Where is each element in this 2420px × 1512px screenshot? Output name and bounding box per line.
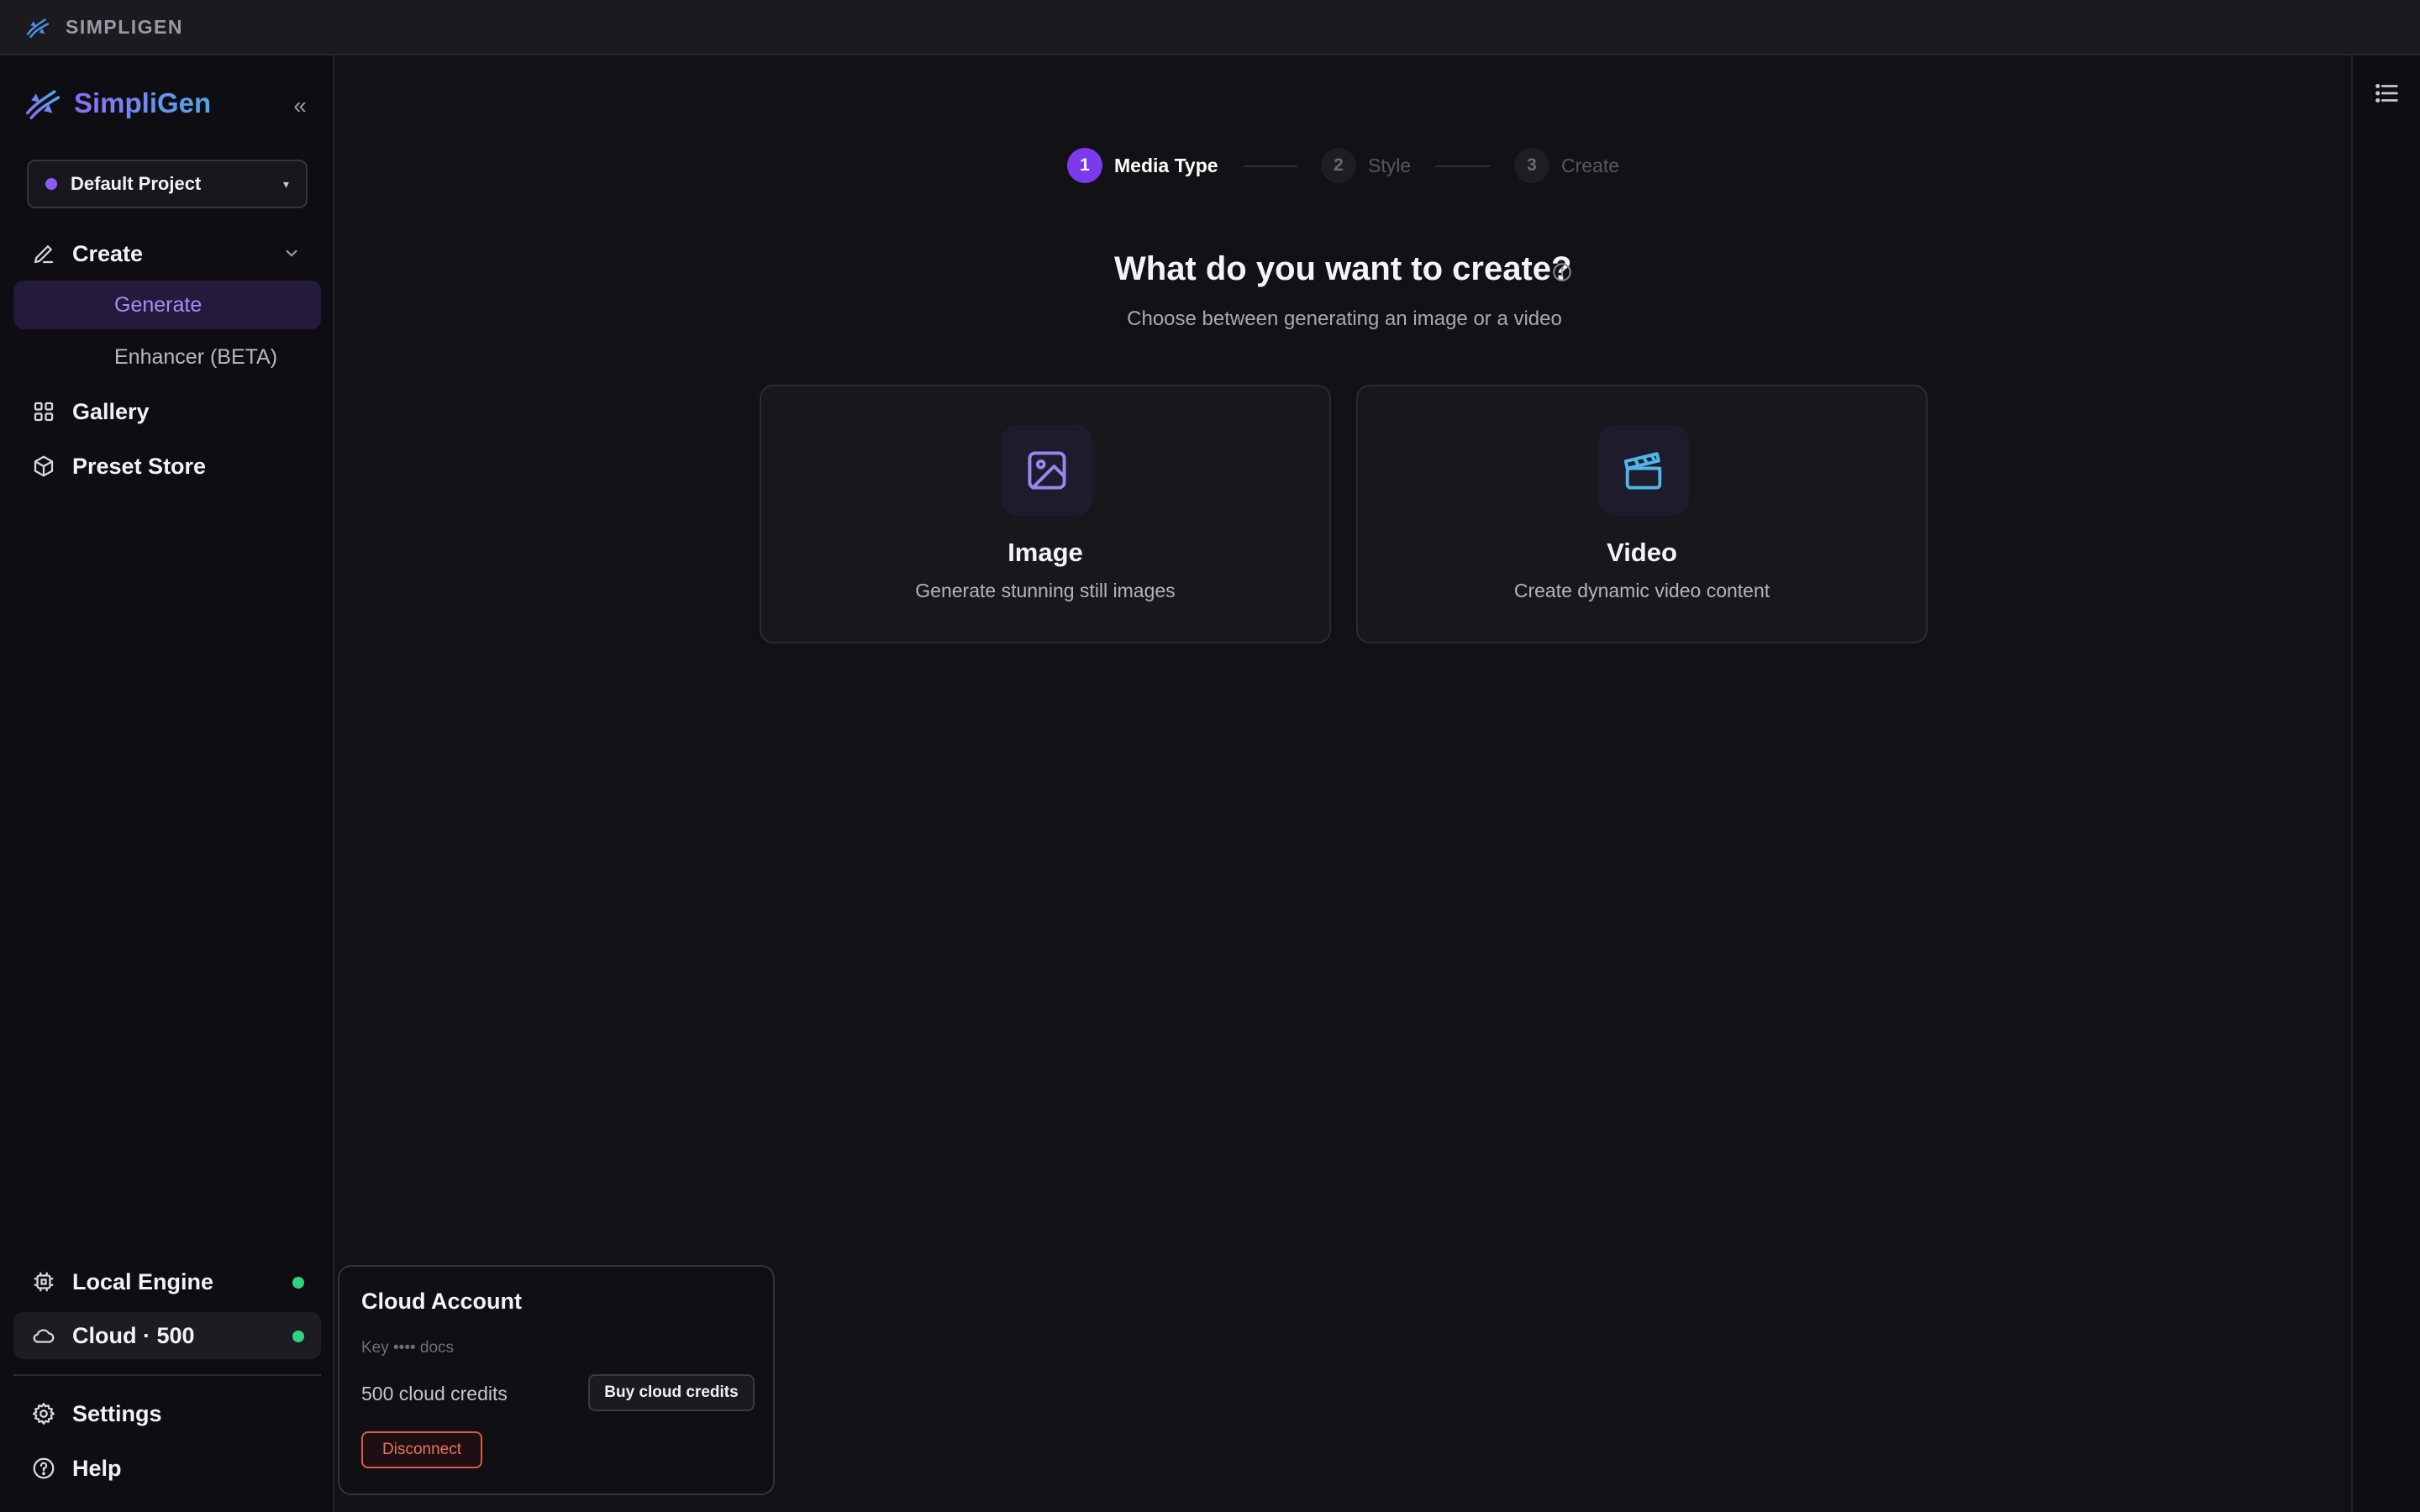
- step-label: Create: [1561, 154, 1620, 176]
- chip-icon: [30, 1268, 57, 1295]
- nav-cloud[interactable]: Cloud · 500: [13, 1312, 321, 1359]
- step-number: 1: [1067, 148, 1102, 183]
- step-create[interactable]: 3 Create: [1514, 148, 1619, 183]
- nav-generate[interactable]: Generate: [13, 281, 321, 329]
- right-rail: [2351, 55, 2420, 1512]
- nav-local-engine[interactable]: Local Engine: [13, 1258, 321, 1305]
- step-label: Media Type: [1114, 154, 1218, 176]
- image-option-card[interactable]: Image Generate stunning still images: [760, 385, 1331, 643]
- step-media-type[interactable]: 1 Media Type: [1067, 148, 1218, 183]
- nav-local-engine-label: Local Engine: [72, 1268, 214, 1294]
- popover-title: Cloud Account: [361, 1289, 522, 1314]
- nav-cloud-label: Cloud · 500: [72, 1322, 195, 1348]
- image-icon: [1028, 451, 1066, 490]
- disconnect-button[interactable]: Disconnect: [361, 1431, 482, 1468]
- nav-preset-store[interactable]: Preset Store: [13, 443, 321, 490]
- step-style[interactable]: 2 Style: [1321, 148, 1411, 183]
- buy-cloud-credits-button[interactable]: Buy cloud credits: [588, 1374, 755, 1411]
- card-description: Generate stunning still images: [915, 580, 1176, 601]
- api-key-masked: Key •••• docs: [361, 1339, 455, 1357]
- step-number: 3: [1514, 148, 1549, 183]
- video-icon-box: [1598, 425, 1689, 516]
- sidebar-divider: [13, 1374, 321, 1376]
- brand-name: SimpliGen: [74, 87, 212, 118]
- collapse-sidebar-button[interactable]: «: [287, 89, 313, 123]
- brand[interactable]: SimpliGen: [24, 84, 211, 123]
- simpligen-logo-icon: [26, 18, 50, 39]
- app-title: SIMPLIGEN: [66, 15, 184, 38]
- chevron-down-icon: [286, 249, 297, 257]
- page-subtitle: Choose between generating an image or a …: [1127, 307, 1562, 330]
- clapperboard-icon: [1623, 452, 1662, 490]
- nav-create[interactable]: Create: [13, 230, 321, 277]
- nav-gallery[interactable]: Gallery: [13, 388, 321, 435]
- nav-create-label: Create: [72, 240, 144, 266]
- simpligen-logo-icon: [25, 90, 60, 119]
- list-icon[interactable]: [2373, 79, 2402, 108]
- step-label: Style: [1368, 154, 1412, 176]
- stepper: 1 Media Type 2 Style 3 Create: [0, 148, 2420, 185]
- gear-icon: [30, 1400, 57, 1427]
- page-title: What do you want to create?: [1114, 250, 1572, 287]
- nav-help-label: Help: [72, 1455, 122, 1481]
- package-icon: [30, 453, 57, 480]
- nav-preset-store-label: Preset Store: [72, 453, 207, 479]
- sidebar: SimpliGen « Default Project ▾ Create Gen…: [0, 55, 334, 1512]
- cloud-status-dot: [292, 1331, 304, 1342]
- cloud-credits-count: 500 cloud credits: [361, 1383, 508, 1404]
- step-connector: [1244, 165, 1297, 167]
- video-option-card[interactable]: Video Create dynamic video content: [1356, 385, 1928, 643]
- image-icon-box: [1002, 425, 1092, 516]
- nav-gallery-label: Gallery: [72, 398, 150, 424]
- nav-settings-label: Settings: [72, 1400, 162, 1426]
- step-number: 2: [1321, 148, 1356, 183]
- step-connector: [1435, 165, 1491, 167]
- title-bar: SIMPLIGEN: [0, 0, 2420, 55]
- info-icon[interactable]: [1551, 261, 1573, 283]
- pencil-icon: [30, 240, 57, 267]
- grid-icon: [30, 398, 57, 425]
- card-description: Create dynamic video content: [1513, 580, 1770, 601]
- cloud-account-popover: Cloud Account Key •••• docs 500 cloud cr…: [338, 1265, 775, 1495]
- cloud-icon: [30, 1322, 57, 1349]
- nav-help[interactable]: Help: [13, 1445, 321, 1492]
- card-title: Video: [1607, 538, 1677, 567]
- nav-settings[interactable]: Settings: [13, 1390, 321, 1437]
- local-engine-status-dot: [292, 1277, 304, 1289]
- card-title: Image: [1007, 538, 1083, 567]
- help-circle-icon: [30, 1455, 57, 1482]
- nav-enhancer[interactable]: Enhancer (BETA): [13, 333, 321, 381]
